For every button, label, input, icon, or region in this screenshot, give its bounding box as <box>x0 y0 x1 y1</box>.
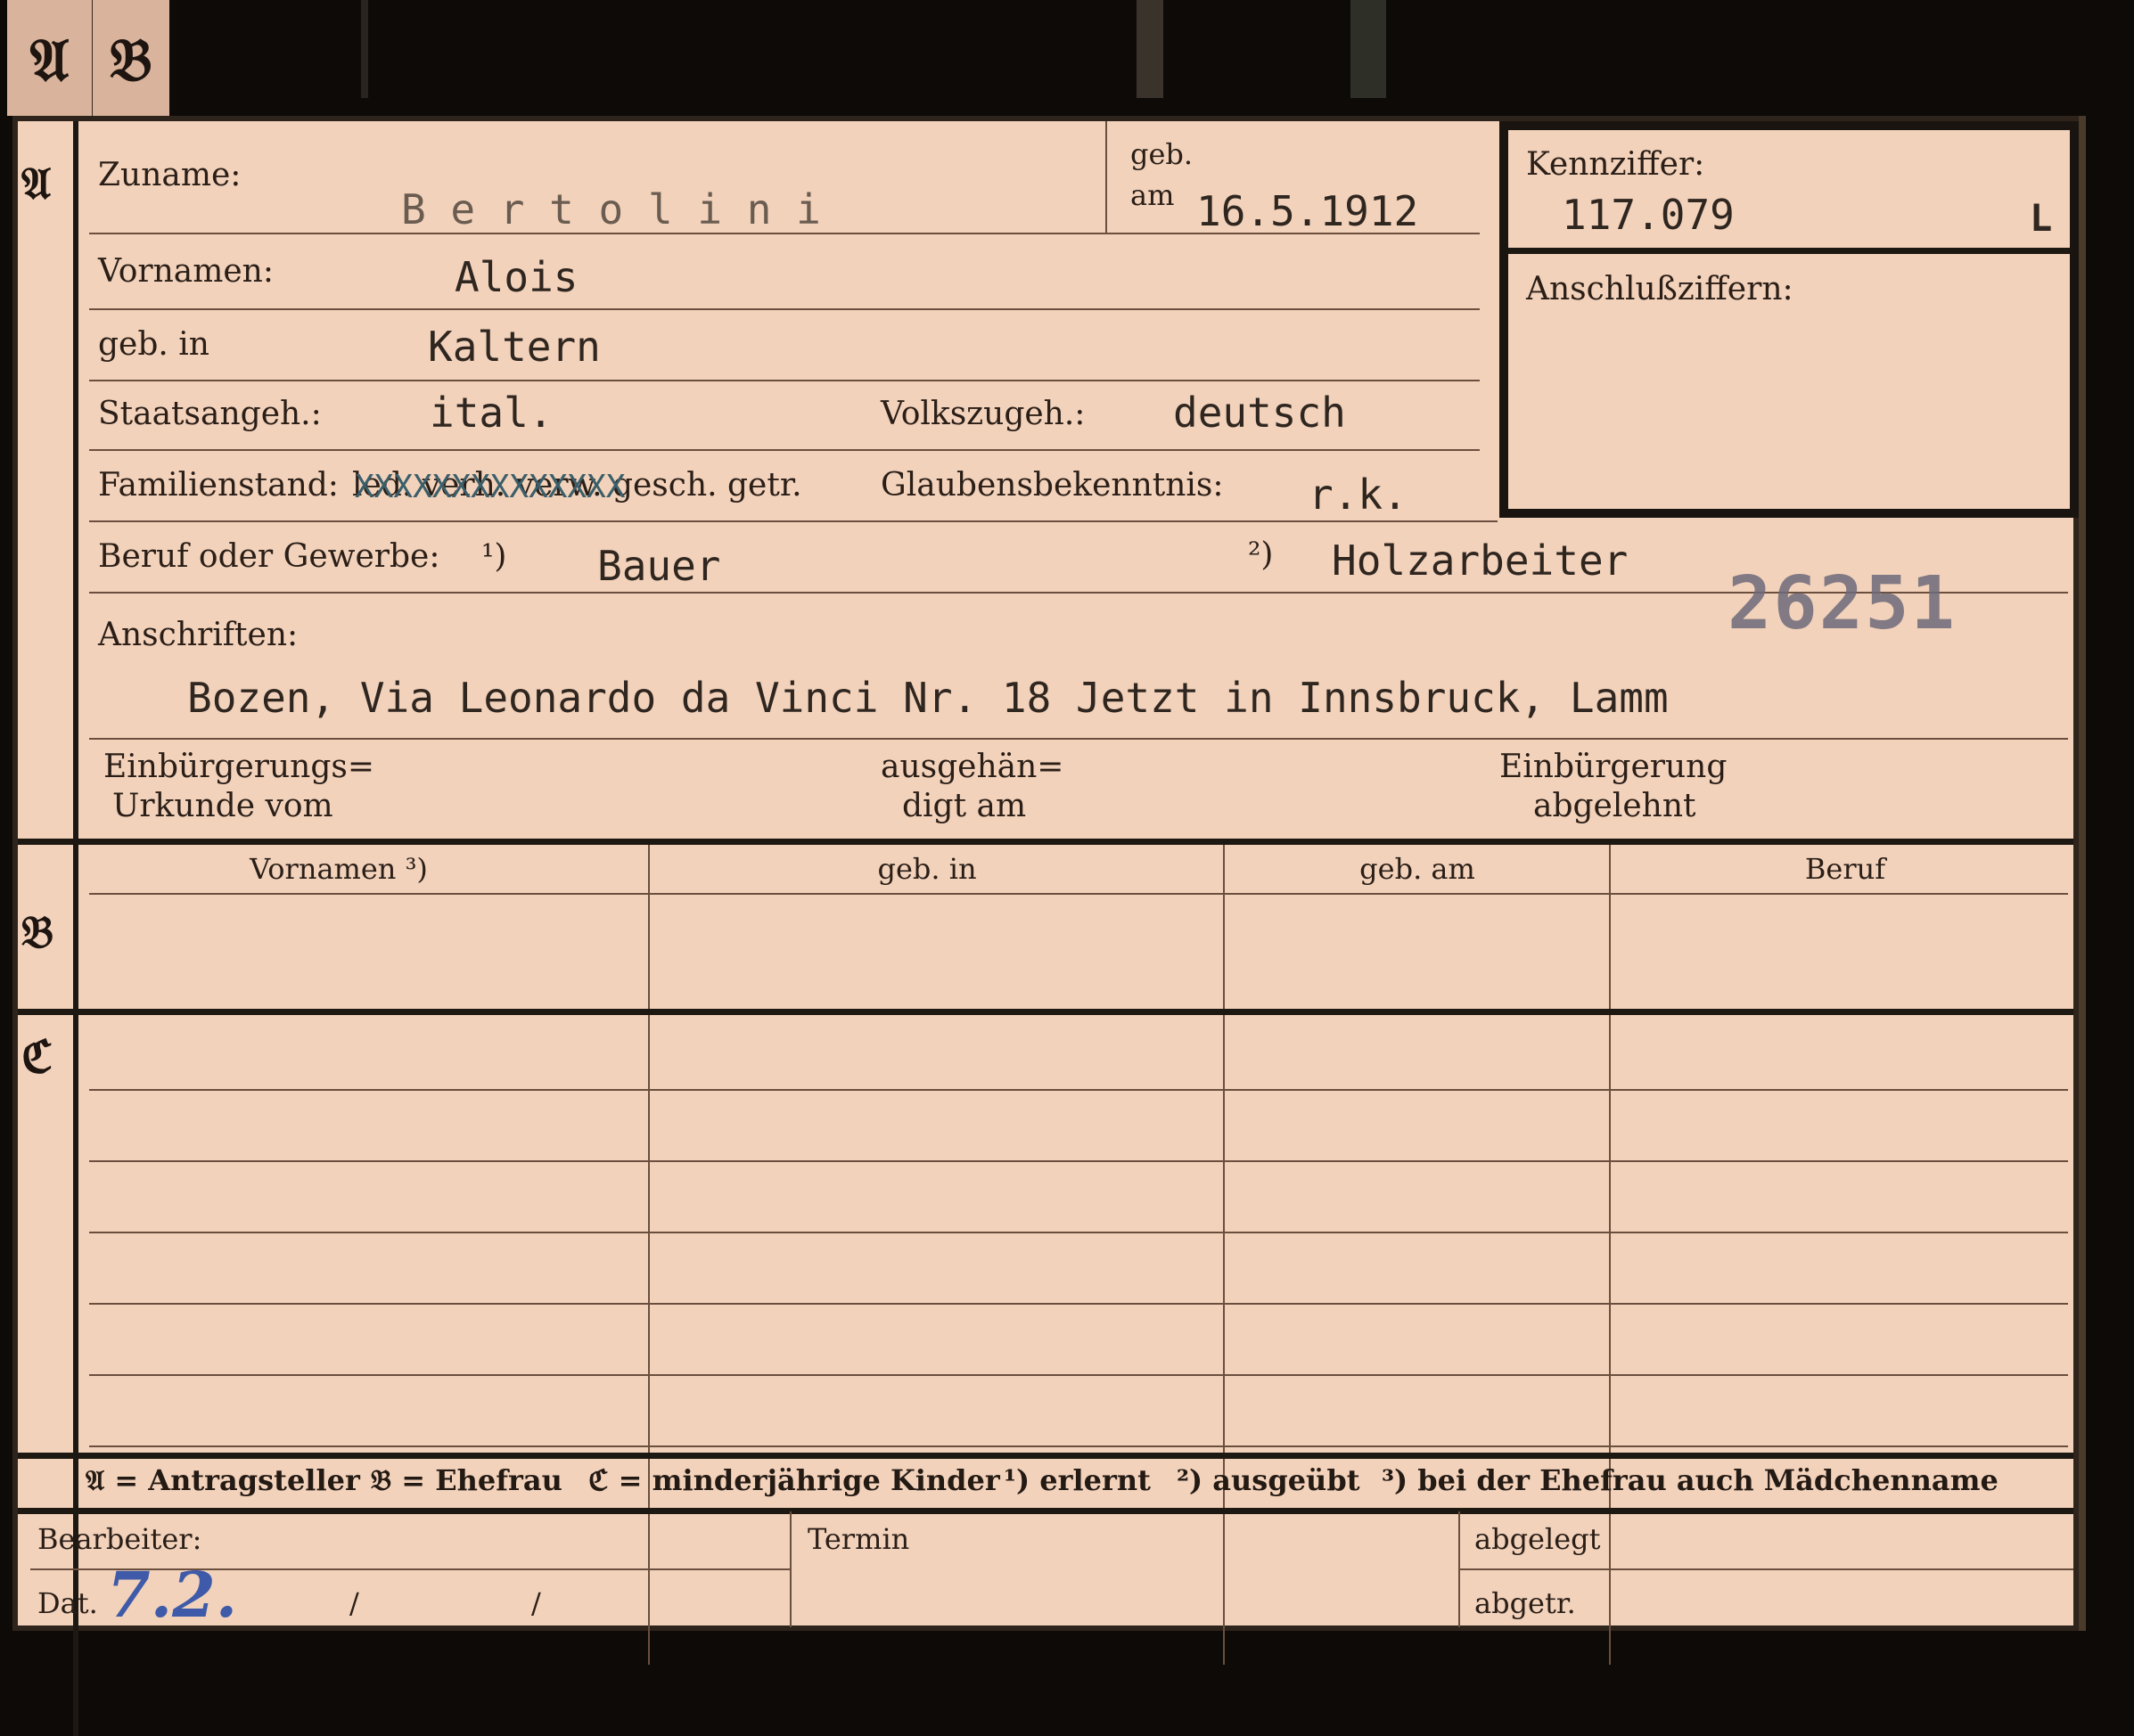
tab-b[interactable]: 𝔅 <box>93 0 169 116</box>
geb-in-label: geb. in <box>98 326 209 363</box>
einbuergerung-label-2: abgelehnt <box>1533 788 1696 824</box>
geb-label: geb. <box>1130 137 1194 171</box>
glaubensbekenntnis-value: r.k. <box>1309 471 1408 519</box>
legend-bottom-rule <box>18 1508 2073 1514</box>
abgelegt-rule <box>1458 1568 2073 1570</box>
rule-row4 <box>89 449 1480 451</box>
familienstand-label: Familienstand: <box>98 467 339 504</box>
zuname-value: B e r t o l i n i <box>401 185 821 233</box>
tab-a[interactable]: 𝔄 <box>7 0 94 116</box>
rule-b-head <box>89 893 2068 895</box>
vornamen-value: Alois <box>455 253 579 301</box>
section-letter-a: 𝔄 <box>21 157 52 209</box>
footer-divider-1 <box>790 1511 792 1627</box>
geb-am-value: 16.5.1912 <box>1196 187 1419 235</box>
card-tab-bar: 𝔄 𝔅 <box>0 0 2134 116</box>
rule-c-2 <box>89 1160 2068 1162</box>
rule-c-3 <box>89 1232 2068 1233</box>
beruf-label: Beruf oder Gewerbe: <box>98 538 440 575</box>
glaubensbekenntnis-label: Glaubensbekenntnis: <box>881 467 1224 504</box>
vornamen-label: Vornamen: <box>98 253 274 290</box>
dat-label: Dat. <box>37 1586 98 1620</box>
rule-c-4 <box>89 1303 2068 1305</box>
section-a-b-divider <box>18 839 2073 845</box>
col-head-beruf: Beruf <box>1804 852 1886 886</box>
kennziffer-rule <box>1508 248 2070 254</box>
beruf-ausgeuebt-value: Holzarbeiter <box>1332 536 1629 585</box>
beruf-note-1: ¹) <box>481 538 507 575</box>
dark-streak <box>1137 0 1163 98</box>
section-b-c-divider <box>18 1009 2073 1015</box>
am-label: am <box>1130 178 1175 212</box>
kennziffer-value: 117.079 <box>1562 191 1735 239</box>
ausgehaen-label-2: digt am <box>902 788 1027 824</box>
beruf-note-2: ²) <box>1248 536 1274 573</box>
ausgehaen-label-1: ausgehän= <box>881 749 1064 785</box>
dat-handwritten: 7.2. <box>107 1558 238 1632</box>
kennziffer-label: Kennziffer: <box>1526 146 1705 183</box>
col-head-vornamen: Vornamen ³) <box>250 852 428 886</box>
rule-row2 <box>89 308 1480 310</box>
kennziffer-suffix: L <box>2030 196 2053 240</box>
rule-c-6 <box>89 1445 2068 1447</box>
zuname-label: Zuname: <box>98 157 242 193</box>
geb-in-value: Kaltern <box>428 323 601 371</box>
rule-c-1 <box>89 1089 2068 1091</box>
termin-label: Termin <box>808 1522 910 1556</box>
zuname-divider <box>1105 121 1107 233</box>
staatsangeh-label: Staatsangeh.: <box>98 396 322 432</box>
section-letter-c: ℭ <box>21 1030 53 1083</box>
stamp-number: 26251 <box>1728 561 1957 646</box>
dat-separator-2: / <box>531 1586 541 1620</box>
rule-row1 <box>89 233 1480 234</box>
legend-note-1: ¹) erlernt <box>1004 1463 1151 1497</box>
abgetr-label: abgetr. <box>1474 1586 1576 1620</box>
dat-separator-1: / <box>349 1586 359 1620</box>
rule-c-5 <box>89 1374 2068 1376</box>
col-divider-2 <box>1223 845 1225 1665</box>
section-letter-b: 𝔅 <box>21 905 54 958</box>
einbuergerungs-label-2: Urkunde vom <box>112 788 333 824</box>
legend-b: 𝔅 = Ehefrau <box>371 1463 562 1497</box>
einbuergerungs-label-1: Einbürgerungs= <box>103 749 375 785</box>
anschriften-label: Anschriften: <box>98 617 299 653</box>
legend-note-2: ²) ausgeübt <box>1177 1463 1360 1497</box>
kennziffer-box: Kennziffer: 117.079 L Anschlußziffern: <box>1499 121 2079 518</box>
rule-row7 <box>89 738 2068 740</box>
dark-streak <box>1350 0 1386 98</box>
rule-row3 <box>89 380 1480 381</box>
col-divider-1 <box>648 845 650 1665</box>
legend-c: ℭ = minderjährige Kinder <box>588 1463 1000 1497</box>
rule-row5 <box>89 520 1498 522</box>
anschrift-value: Bozen, Via Leonardo da Vinci Nr. 18 Jetz… <box>187 674 1669 722</box>
staatsangeh-value: ital. <box>430 389 554 437</box>
volkszugeh-label: Volkszugeh.: <box>881 396 1086 432</box>
volkszugeh-value: deutsch <box>1173 389 1346 437</box>
abgelegt-label: abgelegt <box>1474 1522 1601 1556</box>
col-head-geb-am: geb. am <box>1359 852 1475 886</box>
anschlussziffern-label: Anschlußziffern: <box>1526 271 1793 307</box>
familienstand-strikeout: XXXXXXXXXXXXXX <box>355 469 626 505</box>
legend-note-3: ³) bei der Ehefrau auch Mädchenname <box>1382 1463 1999 1497</box>
bearbeiter-label: Bearbeiter: <box>37 1522 202 1556</box>
col-head-geb-in: geb. in <box>877 852 977 886</box>
col-divider-3 <box>1609 845 1611 1665</box>
registration-card: 𝔄 Zuname: B e r t o l i n i geb. am 16.5… <box>12 116 2079 1736</box>
section-a-left-rule <box>73 121 78 839</box>
legend-a: 𝔄 = Antragsteller <box>86 1463 360 1497</box>
beruf-erlernt-value: Bauer <box>597 542 721 590</box>
einbuergerung-label-1: Einbürgerung <box>1499 749 1728 785</box>
legend-top-rule <box>18 1453 2073 1459</box>
dark-streak <box>361 0 368 98</box>
